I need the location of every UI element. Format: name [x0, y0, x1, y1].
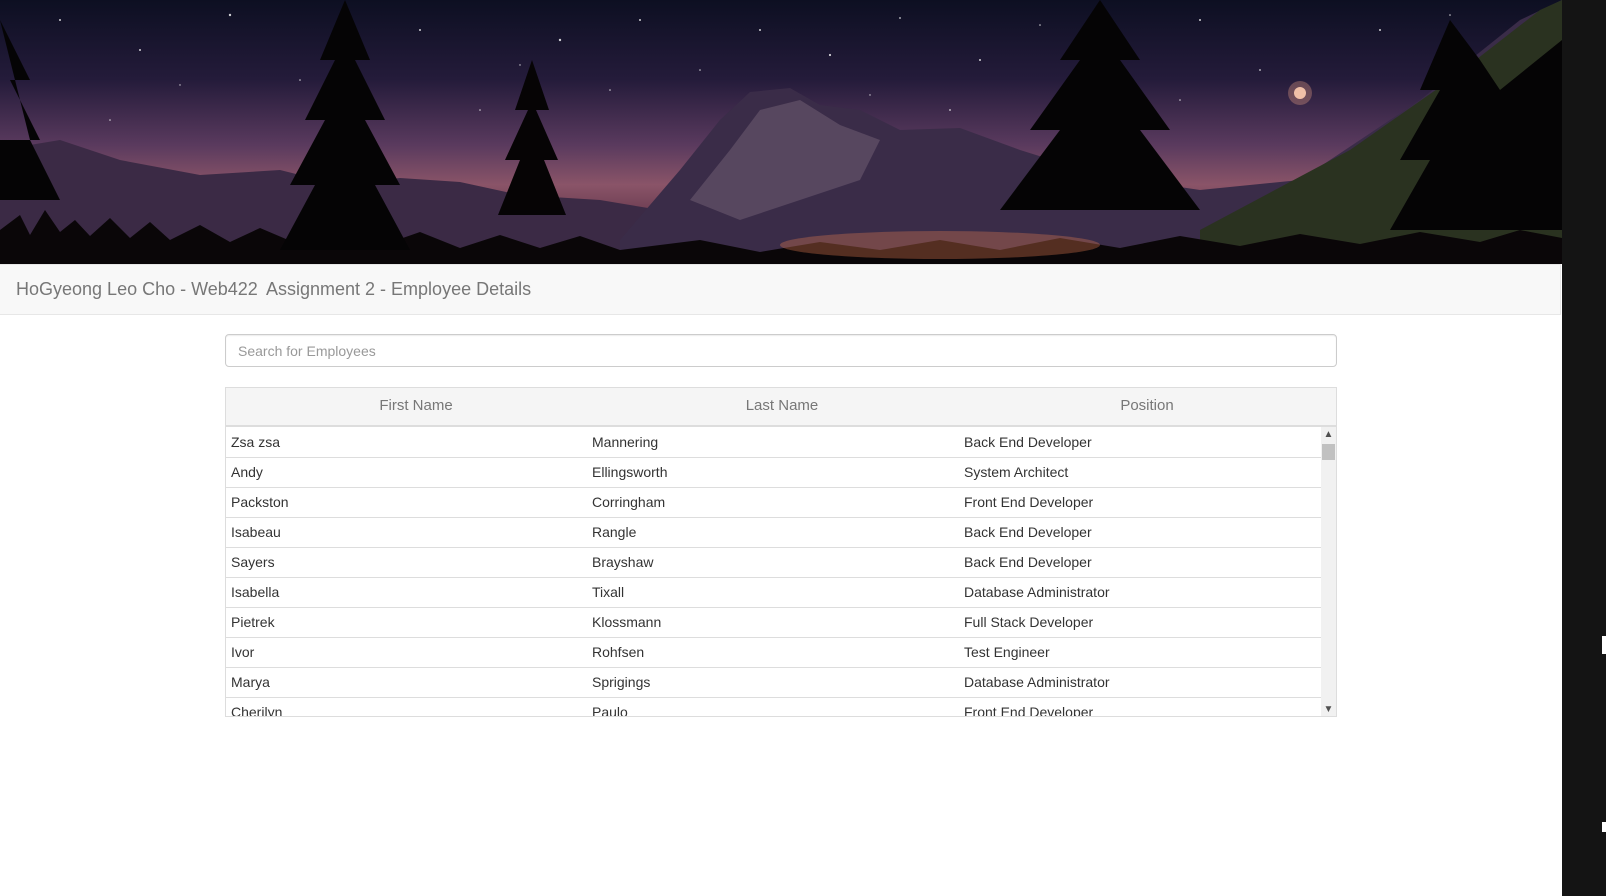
table-header: First Name Last Name Position: [226, 388, 1336, 427]
table-row[interactable]: Isabeau Rangle Back End Developer: [226, 517, 1321, 548]
cell-position: Test Engineer: [964, 644, 1050, 660]
cell-last-name: Corringham: [592, 494, 666, 510]
cell-position: Database Administrator: [964, 584, 1110, 600]
scroll-up-arrow-icon[interactable]: ▲: [1321, 427, 1336, 442]
cell-first-name: Isabella: [231, 584, 280, 600]
column-header-first-name[interactable]: First Name: [226, 397, 606, 414]
cell-position: Back End Developer: [964, 554, 1092, 570]
cell-last-name: Ellingsworth: [592, 464, 668, 480]
cell-first-name: Zsa zsa: [231, 434, 281, 450]
cell-first-name: Isabeau: [231, 524, 281, 540]
cell-last-name: Rangle: [592, 524, 637, 540]
cell-first-name: Packston: [231, 494, 289, 510]
table-row[interactable]: Pietrek Klossmann Full Stack Developer: [226, 607, 1321, 638]
table-row[interactable]: Marya Sprigings Database Administrator: [226, 667, 1321, 698]
hero-banner-image: [0, 0, 1562, 264]
table-row[interactable]: Andy Ellingsworth System Architect: [226, 457, 1321, 488]
cell-last-name: Brayshaw: [592, 554, 654, 570]
column-header-position[interactable]: Position: [962, 397, 1332, 414]
table-row[interactable]: Sayers Brayshaw Back End Developer: [226, 547, 1321, 578]
search-input[interactable]: [225, 334, 1337, 367]
cell-last-name: Paulo: [592, 704, 628, 717]
cell-first-name: Cherilyn: [231, 704, 283, 717]
cell-first-name: Andy: [231, 464, 263, 480]
cell-last-name: Rohfsen: [592, 644, 645, 660]
cell-last-name: Tixall: [592, 584, 625, 600]
cell-position: Database Administrator: [964, 674, 1110, 690]
cell-position: System Architect: [964, 464, 1069, 480]
edge-mark: [1602, 822, 1606, 832]
edge-mark: [1602, 636, 1606, 654]
cell-first-name: Ivor: [231, 644, 255, 660]
cell-first-name: Sayers: [231, 554, 275, 570]
cell-position: Full Stack Developer: [964, 614, 1094, 630]
cell-last-name: Mannering: [592, 434, 659, 450]
cell-position: Back End Developer: [964, 524, 1092, 540]
window-edge: [1562, 0, 1606, 896]
table-row[interactable]: Ivor Rohfsen Test Engineer: [226, 637, 1321, 668]
table-row[interactable]: Zsa zsa Mannering Back End Developer: [226, 427, 1321, 458]
navbar: HoGyeong Leo Cho - Web422 Assignment 2 -…: [0, 264, 1561, 315]
cell-position: Front End Developer: [964, 704, 1094, 717]
cell-position: Back End Developer: [964, 434, 1092, 450]
table-row[interactable]: Packston Corringham Front End Developer: [226, 487, 1321, 518]
navbar-page-title: Assignment 2 - Employee Details: [266, 279, 532, 299]
table-row[interactable]: Cherilyn Paulo Front End Developer: [226, 697, 1321, 717]
cell-last-name: Klossmann: [592, 614, 662, 630]
employee-table: First Name Last Name Position Zsa zsa Ma…: [225, 387, 1337, 717]
scroll-down-arrow-icon[interactable]: ▼: [1321, 702, 1336, 716]
table-scrollbar[interactable]: ▲ ▼: [1321, 427, 1336, 716]
table-body[interactable]: Zsa zsa Mannering Back End Developer And…: [226, 427, 1321, 717]
navbar-brand[interactable]: HoGyeong Leo Cho - Web422: [16, 279, 258, 300]
cell-first-name: Pietrek: [231, 614, 275, 630]
cell-last-name: Sprigings: [592, 674, 651, 690]
cell-first-name: Marya: [231, 674, 270, 690]
cell-position: Front End Developer: [964, 494, 1094, 510]
scrollbar-thumb[interactable]: [1322, 444, 1335, 460]
table-row[interactable]: Isabella Tixall Database Administrator: [226, 577, 1321, 608]
column-header-last-name[interactable]: Last Name: [596, 397, 968, 414]
